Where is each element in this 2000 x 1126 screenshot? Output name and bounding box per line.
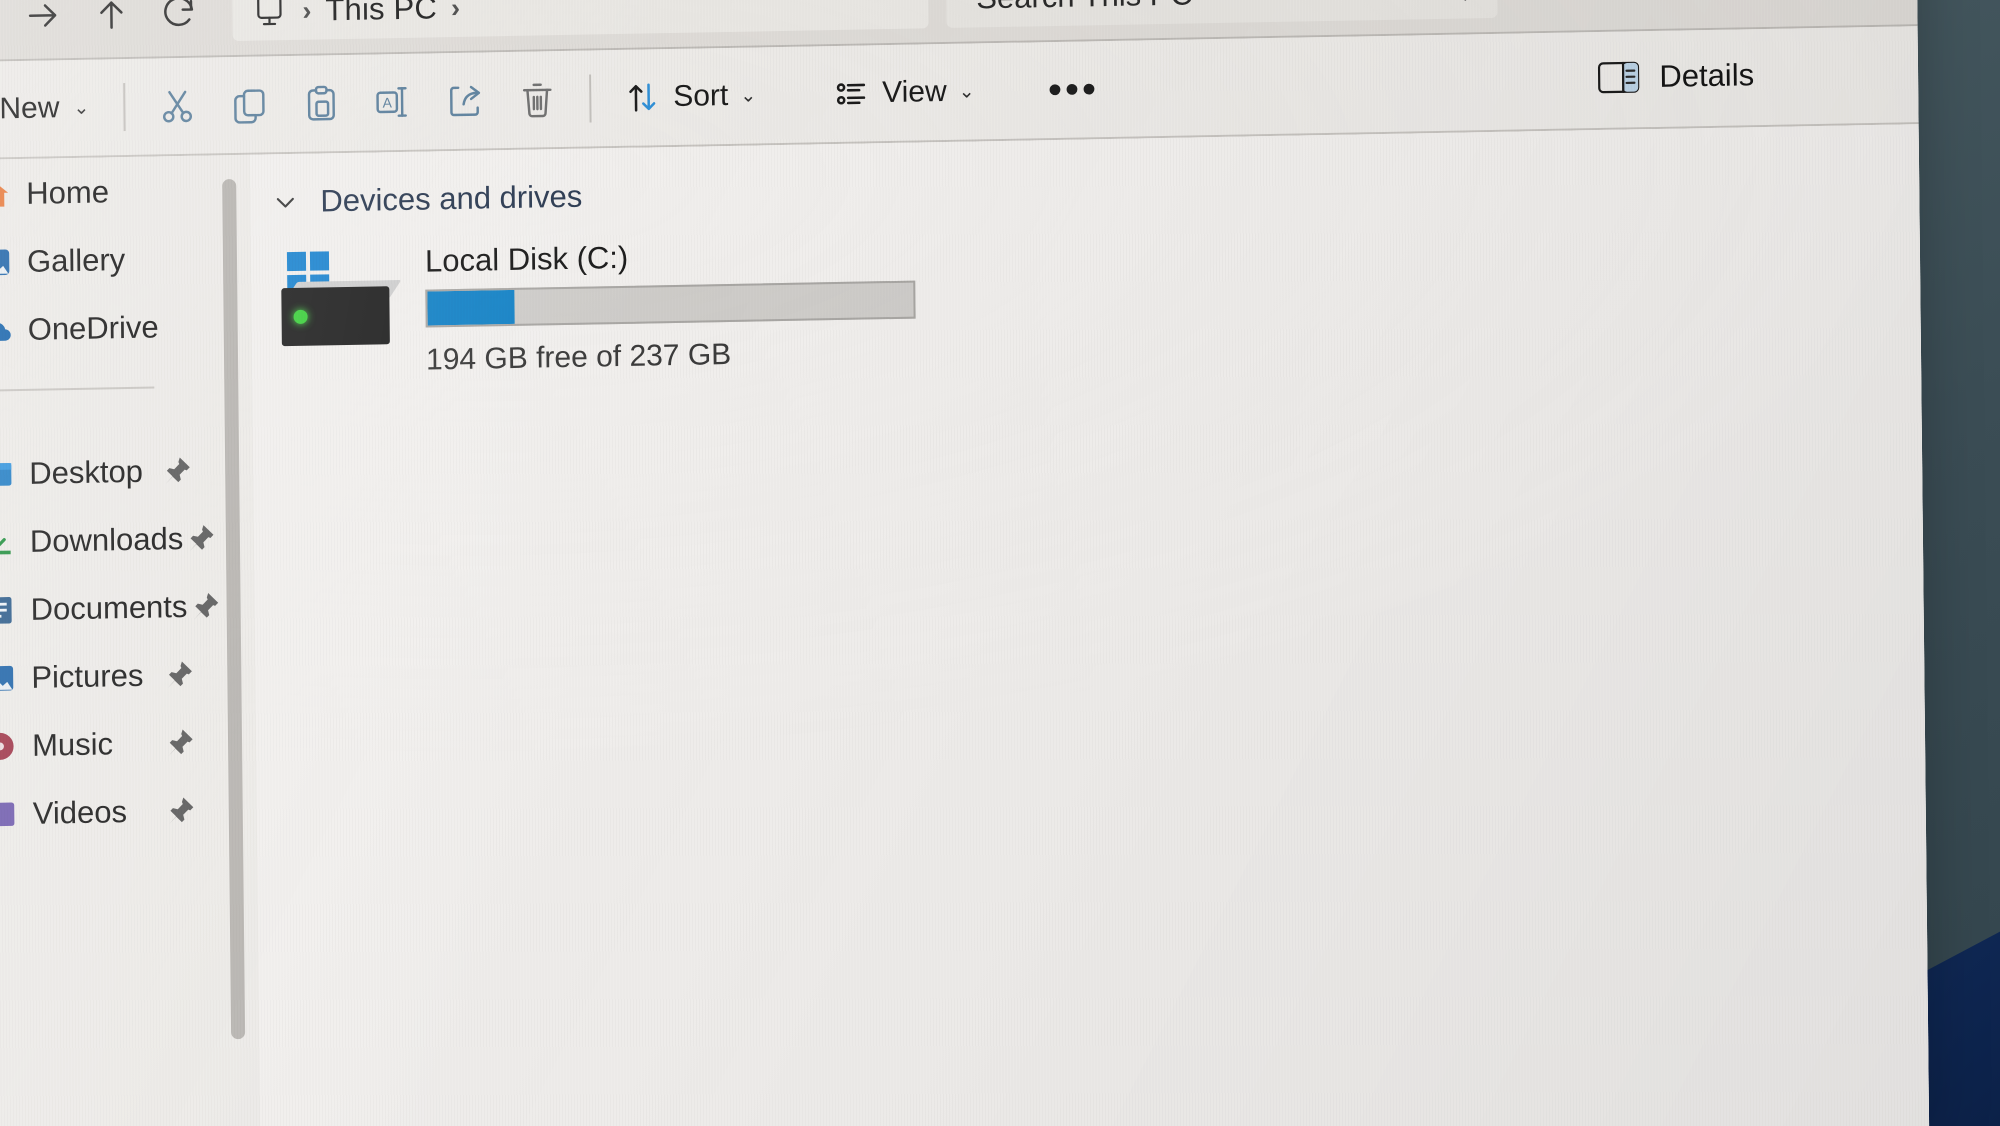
scissors-icon[interactable] [141,73,214,138]
pin-icon[interactable] [162,726,196,761]
downloads-folder-icon [0,524,20,561]
onedrive-cloud-icon [0,311,18,350]
view-button-label: View [881,74,947,110]
drive-capacity-bar [425,280,916,328]
details-pane-button[interactable]: Details [1583,43,1768,110]
sidebar-item-label: Downloads [29,521,184,559]
chevron-down-icon: ⌄ [958,80,975,103]
address-bar[interactable]: › This PC › [232,0,929,42]
home-icon [0,176,16,213]
window-body: Home Gallery OneDrive Desktop Downloads … [0,124,1930,1126]
pin-icon[interactable] [159,454,193,489]
chevron-down-icon: ⌄ [73,97,90,119]
hard-disk-body [281,286,390,347]
breadcrumb-separator-1: › [302,0,312,26]
photographed-screen-scene: › This PC › Search This PC New ⌄ [0,0,2000,1126]
search-box[interactable]: Search This PC [945,0,1498,28]
sidebar-item-label: OneDrive [27,309,159,347]
file-explorer-window: › This PC › Search This PC New ⌄ [0,0,1930,1126]
up-arrow-icon[interactable] [80,0,143,43]
file-list-area[interactable]: Devices and drives Local Disk (C:) 194 G… [249,124,1930,1126]
share-icon[interactable] [429,68,502,133]
search-icon[interactable] [1435,0,1471,11]
desktop-folder-icon [0,456,19,493]
trash-icon[interactable] [501,67,574,132]
sidebar-item-gallery[interactable]: Gallery [0,226,205,296]
view-list-icon [832,74,870,113]
chevron-down-icon[interactable] [270,187,300,218]
details-pane-icon [1597,59,1641,96]
sidebar-item-pictures[interactable]: Pictures [0,642,210,712]
sidebar-item-videos[interactable]: Videos [0,778,211,848]
pin-icon[interactable] [161,658,195,693]
view-button[interactable]: View ⌄ [816,59,991,126]
rename-icon[interactable]: A [357,69,430,134]
monitor-screen: › This PC › Search This PC New ⌄ [0,0,1930,1126]
breadcrumb-separator-2[interactable]: › [451,0,460,24]
svg-text:A: A [382,94,392,110]
videos-folder-icon [0,796,23,833]
sidebar-item-label: Home [26,174,110,211]
sidebar-item-documents[interactable]: Documents [0,574,218,644]
drive-capacity-fill [427,289,516,326]
pin-icon[interactable] [163,794,197,829]
sidebar-item-label: Documents [30,588,188,627]
copy-icon[interactable] [213,72,286,137]
sidebar-item-label: Music [31,726,114,763]
sort-button[interactable]: Sort ⌄ [607,63,773,130]
scrollbar-thumb[interactable] [222,179,246,1040]
sidebar-item-desktop[interactable]: Desktop [0,438,208,508]
breadcrumb-this-pc[interactable]: This PC [325,0,437,28]
group-header-label: Devices and drives [320,178,583,219]
gallery-icon [0,244,17,281]
hard-disk-led [293,309,308,324]
sidebar-item-label: Videos [32,794,128,831]
navigation-pane-scrollbar[interactable] [222,179,246,1126]
paste-icon[interactable] [285,71,358,136]
toolbar-separator-2 [589,74,592,123]
overflow-menu-button[interactable]: ••• [1034,57,1113,122]
drive-free-space-label: 194 GB free of 237 GB [425,337,732,377]
new-button-label: New [0,91,60,126]
this-pc-monitor-icon[interactable] [250,0,288,31]
drive-item-local-disk-c[interactable]: Local Disk (C:) 194 GB free of 237 GB [251,216,1921,377]
navigation-pane: Home Gallery OneDrive Desktop Downloads … [0,155,225,1126]
forward-arrow-icon[interactable] [12,0,75,44]
sort-arrows-icon [623,78,661,117]
new-button[interactable]: New ⌄ [0,80,108,136]
sidebar-item-home[interactable]: Home [0,158,205,228]
hard-disk-windows-icon [281,250,402,358]
navigation-buttons [0,0,211,45]
sidebar-item-label: Gallery [26,242,126,279]
chevron-down-icon: ⌄ [740,84,757,107]
sidebar-item-label: Desktop [29,453,144,491]
pin-icon[interactable] [183,521,217,556]
search-input[interactable]: Search This PC [976,0,1193,16]
pictures-folder-icon [0,660,22,697]
sidebar-item-label: Pictures [31,657,144,695]
details-pane-label: Details [1659,57,1755,94]
refresh-icon[interactable] [148,0,211,42]
drive-name-label: Local Disk (C:) [424,239,629,279]
documents-folder-icon [0,592,21,629]
drive-info: Local Disk (C:) 194 GB free of 237 GB [425,230,1186,378]
sidebar-item-downloads[interactable]: Downloads [0,506,214,576]
sidebar-item-music[interactable]: Music [0,710,210,780]
sidebar-item-onedrive[interactable]: OneDrive [0,294,206,364]
sidebar-divider [0,386,155,392]
toolbar-separator-1 [123,83,126,132]
sort-button-label: Sort [673,78,729,113]
pin-icon[interactable] [187,589,221,624]
music-folder-icon [0,728,22,765]
